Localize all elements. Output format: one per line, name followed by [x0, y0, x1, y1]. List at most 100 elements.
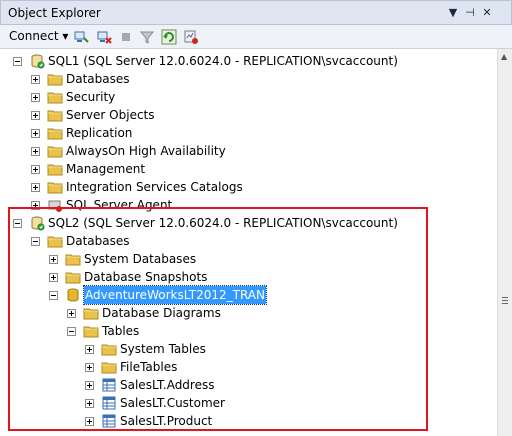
expand-icon[interactable] — [49, 273, 58, 282]
collapse-icon[interactable] — [13, 219, 22, 228]
expand-icon[interactable] — [31, 147, 40, 156]
tree-node-label[interactable]: SalesLT.Address — [120, 376, 214, 394]
tree-node-label[interactable]: Database Snapshots — [84, 268, 207, 286]
expand-icon[interactable] — [85, 345, 94, 354]
server-icon — [29, 215, 45, 231]
tree-node[interactable]: AlwaysOn High Availability — [0, 142, 497, 160]
agent-icon — [47, 197, 63, 213]
tree-node-label[interactable]: Replication — [66, 124, 132, 142]
tree-node[interactable]: System Databases — [0, 250, 497, 268]
collapse-icon[interactable] — [13, 57, 22, 66]
window-position-icon[interactable]: ▼ — [446, 5, 460, 21]
folder-icon — [83, 323, 99, 339]
folder-icon — [47, 89, 63, 105]
collapse-icon[interactable] — [49, 291, 58, 300]
filter-icon[interactable] — [139, 29, 155, 45]
table-icon — [101, 395, 117, 411]
folder-icon — [47, 71, 63, 87]
tree-node-label[interactable]: Management — [66, 160, 145, 178]
expand-icon[interactable] — [85, 363, 94, 372]
tree-node-label[interactable]: SalesLT.Customer — [120, 394, 225, 412]
tree-node[interactable]: SalesLT.Customer — [0, 394, 497, 412]
folder-icon — [47, 233, 63, 249]
window-title: Object Explorer — [8, 6, 101, 20]
expand-icon[interactable] — [31, 165, 40, 174]
tree-node-label[interactable]: System Tables — [120, 340, 206, 358]
folder-icon — [47, 125, 63, 141]
tree-node-label[interactable]: System Databases — [84, 250, 196, 268]
tree-node[interactable]: System Tables — [0, 340, 497, 358]
vertical-scrollbar[interactable]: ▲ — [497, 49, 512, 436]
expand-icon[interactable] — [31, 201, 40, 210]
tree-node-label[interactable]: Database Diagrams — [102, 304, 221, 322]
folder-icon — [47, 161, 63, 177]
object-explorer-tree: SQL1 (SQL Server 12.0.6024.0 - REPLICATI… — [0, 49, 497, 436]
folder-icon — [47, 179, 63, 195]
folder-icon — [47, 143, 63, 159]
expand-icon[interactable] — [31, 75, 40, 84]
expand-icon[interactable] — [31, 129, 40, 138]
connect-button[interactable]: Connect ▾ — [9, 29, 68, 43]
folder-icon — [101, 341, 117, 357]
toolbar: Connect ▾ — [0, 25, 512, 49]
tree-node[interactable]: Databases — [0, 232, 497, 250]
expand-icon[interactable] — [85, 381, 94, 390]
folder-icon — [47, 107, 63, 123]
tree-node[interactable]: FileTables — [0, 358, 497, 376]
tree-node-label[interactable]: FileTables — [120, 358, 177, 376]
tree-node[interactable]: Server Objects — [0, 106, 497, 124]
tree-node-label[interactable]: Integration Services Catalogs — [66, 178, 243, 196]
tree-node-label[interactable]: Tables — [102, 322, 139, 340]
expand-icon[interactable] — [31, 111, 40, 120]
server-icon — [29, 53, 45, 69]
expand-icon[interactable] — [49, 255, 58, 264]
scrollbar-grip-icon[interactable] — [502, 297, 508, 306]
expand-icon[interactable] — [85, 417, 94, 426]
tree-node-label[interactable]: Security — [66, 88, 115, 106]
folder-icon — [83, 305, 99, 321]
stop-icon[interactable] — [118, 29, 134, 45]
activity-monitor-icon[interactable] — [183, 29, 199, 45]
folder-icon — [65, 269, 81, 285]
tree-node-label[interactable]: Server Objects — [66, 106, 155, 124]
tree-node[interactable]: SQL Server Agent — [0, 196, 497, 214]
table-icon — [101, 413, 117, 429]
auto-hide-pin-icon[interactable]: ⊣ — [463, 5, 477, 21]
table-icon — [101, 377, 117, 393]
tree-node[interactable]: SalesLT.Address — [0, 376, 497, 394]
tree-node[interactable]: Tables — [0, 322, 497, 340]
expand-icon[interactable] — [31, 93, 40, 102]
tree-node[interactable]: AdventureWorksLT2012_TRAN — [0, 285, 497, 305]
tree-node-label[interactable]: SQL2 (SQL Server 12.0.6024.0 - REPLICATI… — [48, 214, 398, 232]
tree-node-label[interactable]: AdventureWorksLT2012_TRAN — [83, 285, 267, 305]
tree-node[interactable]: Integration Services Catalogs — [0, 178, 497, 196]
tree-node-label[interactable]: Databases — [66, 232, 130, 250]
refresh-icon[interactable] — [161, 29, 177, 45]
tree-node[interactable]: Replication — [0, 124, 497, 142]
collapse-icon[interactable] — [31, 237, 40, 246]
tree-node[interactable]: SQL2 (SQL Server 12.0.6024.0 - REPLICATI… — [0, 214, 497, 232]
expand-icon[interactable] — [31, 183, 40, 192]
collapse-icon[interactable] — [67, 327, 76, 336]
tree-node[interactable]: Databases — [0, 70, 497, 88]
tree-node[interactable]: Database Snapshots — [0, 268, 497, 286]
tree-node-label[interactable]: AlwaysOn High Availability — [66, 142, 226, 160]
connect-object-explorer-icon[interactable] — [73, 29, 89, 45]
close-icon[interactable]: ✕ — [480, 5, 494, 21]
tree-node-label[interactable]: SQL Server Agent — [66, 196, 172, 214]
database-icon — [65, 287, 81, 303]
tree-node-label[interactable]: SalesLT.Product — [120, 412, 212, 430]
disconnect-icon[interactable] — [96, 29, 112, 45]
tree-node-label[interactable]: Databases — [66, 70, 130, 88]
tree-node-label[interactable]: SQL1 (SQL Server 12.0.6024.0 - REPLICATI… — [48, 52, 398, 70]
tree-node[interactable]: Security — [0, 88, 497, 106]
scroll-up-arrow-icon[interactable]: ▲ — [501, 52, 507, 61]
expand-icon[interactable] — [85, 399, 94, 408]
folder-icon — [101, 359, 117, 375]
tree-node[interactable]: Management — [0, 160, 497, 178]
expand-icon[interactable] — [67, 309, 76, 318]
tree-node[interactable]: SQL1 (SQL Server 12.0.6024.0 - REPLICATI… — [0, 52, 497, 70]
folder-icon — [65, 251, 81, 267]
tree-node[interactable]: Database Diagrams — [0, 304, 497, 322]
tree-node[interactable]: SalesLT.Product — [0, 412, 497, 430]
